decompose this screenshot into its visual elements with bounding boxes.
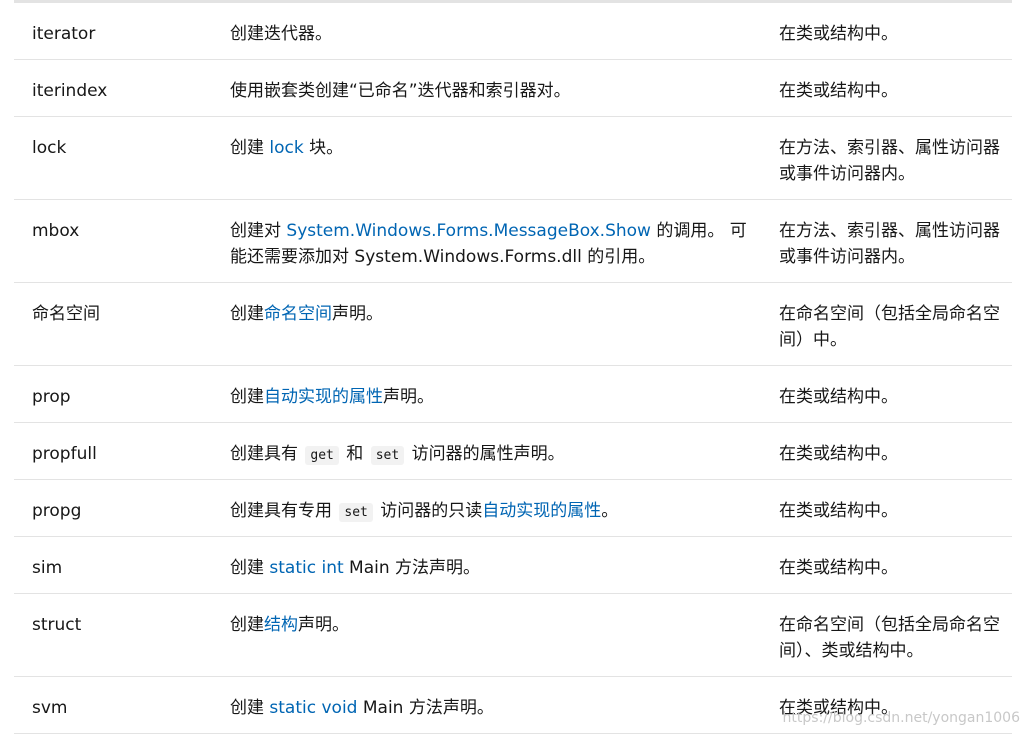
table-row: propfull 创建具有 get 和 set 访问器的属性声明。 在类或结构中… [14,423,1012,480]
table-row: iterindex 使用嵌套类创建“已命名”迭代器和索引器对。 在类或结构中。 [14,60,1012,117]
snippet-valid-location: 在类或结构中。 [779,501,898,521]
snippet-table: iterator 创建迭代器。 在类或结构中。 iterindex 使用嵌套类创… [14,0,1012,734]
snippet-valid-location: 在命名空间（包括全局命名空间）中。 [779,304,1000,350]
snippet-description: 创建自动实现的属性声明。 [230,387,434,407]
snippet-name: mbox [32,221,80,241]
watermark: https://blog.csdn.net/yongan1006 [782,710,1020,726]
get-code: get [305,446,339,465]
table-row: mbox 创建对 System.Windows.Forms.MessageBox… [14,200,1012,283]
table-row: prop 创建自动实现的属性声明。 在类或结构中。 [14,366,1012,423]
snippet-name: prop [32,387,71,407]
snippet-name: svm [32,698,68,718]
snippet-description: 创建 static int Main 方法声明。 [230,558,481,578]
table-row: lock 创建 lock 块。 在方法、索引器、属性访问器或事件访问器内。 [14,117,1012,200]
snippet-description: 创建具有 get 和 set 访问器的属性声明。 [230,444,565,465]
static-void-link[interactable]: static void [269,698,357,718]
table-row: propg 创建具有专用 set 访问器的只读自动实现的属性。 在类或结构中。 [14,480,1012,537]
snippet-name: sim [32,558,63,578]
messagebox-show-link[interactable]: System.Windows.Forms.MessageBox.Show [286,221,651,241]
snippet-description: 创建命名空间声明。 [230,304,383,324]
auto-property-link[interactable]: 自动实现的属性 [264,387,383,407]
snippet-name: 命名空间 [32,304,100,324]
set-code: set [370,446,405,465]
snippet-description: 创建结构声明。 [230,615,349,635]
snippet-valid-location: 在类或结构中。 [779,444,898,464]
table-row: sim 创建 static int Main 方法声明。 在类或结构中。 [14,537,1012,594]
set-code: set [339,503,373,522]
snippet-valid-location: 在方法、索引器、属性访问器或事件访问器内。 [779,138,1000,184]
snippet-valid-location: 在命名空间（包括全局命名空间）、类或结构中。 [779,615,1000,661]
table-row: iterator 创建迭代器。 在类或结构中。 [14,3,1012,60]
snippet-name: iterator [32,24,96,44]
snippet-valid-location: 在类或结构中。 [779,558,898,578]
snippet-valid-location: 在类或结构中。 [779,24,898,44]
snippet-description: 创建对 System.Windows.Forms.MessageBox.Show… [230,221,747,267]
snippet-valid-location: 在方法、索引器、属性访问器或事件访问器内。 [779,221,1000,267]
snippet-name: iterindex [32,81,108,101]
table-row: struct 创建结构声明。 在命名空间（包括全局命名空间）、类或结构中。 [14,594,1012,677]
snippet-description: 创建 lock 块。 [230,138,344,158]
snippet-name: lock [32,138,67,158]
snippet-name: struct [32,615,82,635]
namespace-link[interactable]: 命名空间 [264,304,332,324]
table-row: 命名空间 创建命名空间声明。 在命名空间（包括全局命名空间）中。 [14,283,1012,366]
struct-link[interactable]: 结构 [264,615,298,635]
snippet-valid-location: 在类或结构中。 [779,81,898,101]
snippet-name: propg [32,501,82,521]
snippet-description: 创建具有专用 set 访问器的只读自动实现的属性。 [230,501,619,522]
snippet-description: 使用嵌套类创建“已命名”迭代器和索引器对。 [230,81,571,101]
snippet-name: propfull [32,444,97,464]
static-int-link[interactable]: static int [269,558,343,578]
lock-link[interactable]: lock [269,138,303,158]
auto-property-link[interactable]: 自动实现的属性 [482,501,601,521]
snippet-description: 创建 static void Main 方法声明。 [230,698,494,718]
snippet-description: 创建迭代器。 [230,24,332,44]
snippet-valid-location: 在类或结构中。 [779,387,898,407]
